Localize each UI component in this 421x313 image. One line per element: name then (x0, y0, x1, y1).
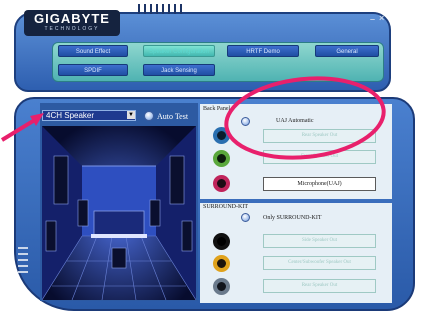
black-jack-icon[interactable] (213, 233, 230, 250)
side-grip[interactable] (18, 247, 28, 277)
tab-area: Sound Effect Speaker Configuration HRTF … (52, 42, 384, 82)
auto-test-radio[interactable] (144, 111, 154, 121)
window-grip[interactable] (138, 4, 186, 16)
minimize-button[interactable]: – (370, 14, 375, 24)
tab-general[interactable]: General (315, 45, 379, 57)
surround-rear-speaker-out-field[interactable]: Rear Speaker Out (263, 279, 376, 293)
speaker-room-image (42, 126, 196, 300)
surround-kit-label: SURROUND-KIT (203, 204, 248, 210)
center-subwoofer-out-field[interactable]: Center/Subwoofer Speaker Out (263, 256, 376, 270)
tab-speaker-configuration[interactable]: Speaker Configuration (143, 45, 215, 57)
green-jack-icon[interactable] (213, 150, 230, 167)
orange-jack-icon[interactable] (213, 255, 230, 272)
tab-jack-sensing[interactable]: Jack Sensing (143, 64, 215, 76)
auto-test-label: Auto Test (157, 112, 189, 121)
microphone-uaj-field[interactable]: Microphone(UAJ) (263, 177, 376, 191)
front-speaker-out-field[interactable]: Front Speaker Out (263, 150, 376, 164)
tab-hrtf-demo[interactable]: HRTF Demo (227, 45, 299, 57)
only-surround-kit-radio[interactable] (241, 213, 250, 222)
tab-spdif[interactable]: SPDIF (58, 64, 128, 76)
grey-jack-icon[interactable] (213, 278, 230, 295)
rear-speaker-out-field[interactable]: Rear Speaker Out (263, 129, 376, 143)
blue-jack-icon[interactable] (213, 127, 230, 144)
tab-sound-effect[interactable]: Sound Effect (58, 45, 128, 57)
speaker-config-select[interactable]: 4CH Speaker (42, 110, 136, 121)
back-panel-label: Back Panel (203, 106, 231, 112)
side-speaker-out-field[interactable]: Side Speaker Out (263, 234, 376, 248)
only-surround-kit-label: Only SURROUND-KIT (263, 215, 322, 221)
close-button[interactable]: × (379, 13, 384, 23)
uaj-automatic-radio[interactable] (241, 117, 250, 126)
uaj-automatic-label: UAJ Automatic (276, 118, 314, 124)
logo-text: GIGABYTE (34, 11, 110, 26)
chevron-down-icon[interactable]: ▼ (127, 111, 135, 119)
pink-jack-icon[interactable] (213, 175, 230, 192)
logo-subtext: TECHNOLOGY (44, 26, 100, 32)
